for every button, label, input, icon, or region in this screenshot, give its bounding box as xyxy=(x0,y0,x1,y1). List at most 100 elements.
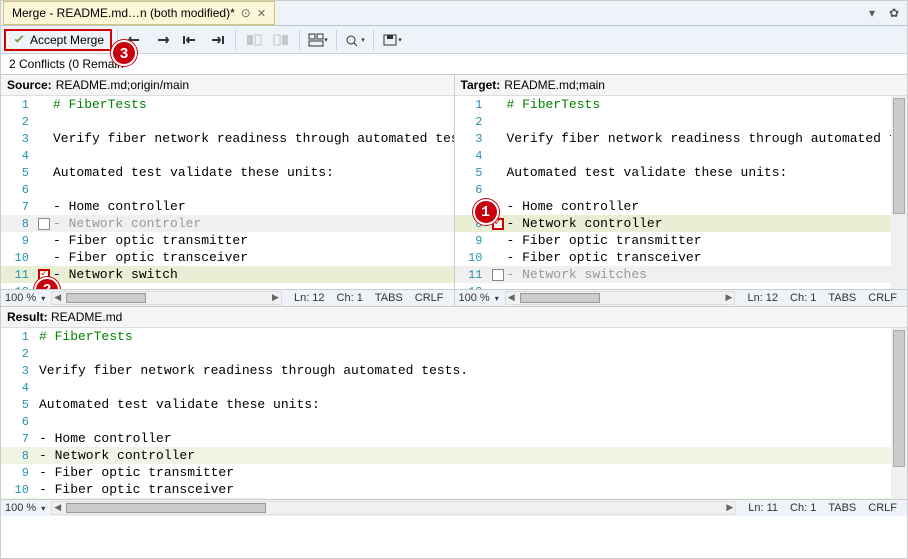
next-conflict-button[interactable] xyxy=(150,29,176,51)
code-line[interactable]: 2 xyxy=(455,113,908,130)
line-number: 5 xyxy=(1,166,37,180)
code-text: - Network controller xyxy=(37,448,195,463)
line-number: 10 xyxy=(455,251,491,265)
code-line[interactable]: 9- Fiber optic transmitter xyxy=(455,232,908,249)
zoom-control[interactable]: 100 %▾ xyxy=(5,292,45,304)
first-conflict-button[interactable] xyxy=(177,29,203,51)
code-line[interactable]: 4 xyxy=(1,379,907,396)
line-indicator: Ln: 12 xyxy=(294,292,325,304)
col-indicator: Ch: 1 xyxy=(790,292,816,304)
code-line[interactable]: 7- Home controller xyxy=(1,198,454,215)
result-pane: Result: README.md 1# FiberTests 23Verify … xyxy=(1,307,907,516)
line-number: 10 xyxy=(1,251,37,265)
dropdown-icon[interactable]: ▾ xyxy=(863,4,881,22)
code-line[interactable]: 10- Fiber optic transceiver xyxy=(455,249,908,266)
code-line[interactable]: 10- Fiber optic transceiver xyxy=(1,481,907,498)
code-line[interactable]: 1# FiberTests xyxy=(1,96,454,113)
result-code[interactable]: 1# FiberTests 23Verify fiber network read… xyxy=(1,328,907,499)
code-text: # FiberTests xyxy=(51,97,147,112)
zoom-control[interactable]: 100 %▾ xyxy=(459,292,499,304)
h-scrollbar[interactable]: ◀▶ xyxy=(51,501,736,515)
code-line[interactable]: 5Automated test validate these units: xyxy=(1,164,454,181)
code-line[interactable]: 9 - Fiber optic transmitter xyxy=(1,232,454,249)
v-scrollbar[interactable] xyxy=(891,328,907,499)
code-line[interactable]: 2 xyxy=(1,113,454,130)
line-number: 8 xyxy=(1,217,37,231)
code-text: - Home controller xyxy=(51,199,186,214)
conflict-checkbox[interactable] xyxy=(492,269,504,281)
source-statusbar: 100 %▾ ◀▶ Ln: 12 Ch: 1 TABS CRLF xyxy=(1,289,454,306)
code-line[interactable]: 11- Network switch xyxy=(1,498,907,499)
compare-options-button[interactable]: ▾ xyxy=(342,29,368,51)
code-text: # FiberTests xyxy=(37,329,133,344)
code-line[interactable]: 3Verify fiber network readiness through … xyxy=(455,130,908,147)
code-line[interactable]: 7- Home controller xyxy=(455,198,908,215)
source-code[interactable]: 2 1# FiberTests23Verify fiber network re… xyxy=(1,96,454,289)
save-button[interactable]: ▾ xyxy=(379,29,405,51)
code-line[interactable]: 11- Network switch xyxy=(1,266,454,283)
line-number: 2 xyxy=(1,347,37,361)
h-scrollbar[interactable]: ◀▶ xyxy=(505,291,736,305)
tabs-indicator: TABS xyxy=(828,292,856,304)
code-line[interactable]: 5Automated test validate these units: xyxy=(1,396,907,413)
col-indicator: Ch: 1 xyxy=(790,502,816,514)
h-scrollbar[interactable]: ◀▶ xyxy=(51,291,282,305)
line-number: 6 xyxy=(1,415,37,429)
line-number: 12 xyxy=(455,285,491,290)
file-tab[interactable]: Merge - README.md…n (both modified)* ⊙ ✕ xyxy=(3,1,275,25)
code-line[interactable]: 6 xyxy=(1,181,454,198)
code-line[interactable]: 11- Network switches xyxy=(455,266,908,283)
code-line[interactable]: 6 xyxy=(1,413,907,430)
zoom-control[interactable]: 100 %▾ xyxy=(5,502,45,514)
code-line[interactable]: 1# FiberTests xyxy=(455,96,908,113)
settings-icon[interactable]: ✿ xyxy=(885,4,903,22)
code-line[interactable]: 3Verify fiber network readiness through … xyxy=(1,362,907,379)
target-label: Target: xyxy=(461,78,501,92)
separator xyxy=(235,30,236,50)
layout-left-button[interactable] xyxy=(241,29,267,51)
line-number: 7 xyxy=(1,432,37,446)
line-number: 1 xyxy=(455,98,491,112)
code-line[interactable]: 12 xyxy=(1,283,454,289)
code-line[interactable]: 2 xyxy=(1,345,907,362)
line-number: 3 xyxy=(1,132,37,146)
line-number: 4 xyxy=(1,149,37,163)
line-number: 5 xyxy=(1,398,37,412)
code-text: Automated test validate these units: xyxy=(37,397,320,412)
conflict-checkbox[interactable] xyxy=(38,218,50,230)
code-line[interactable]: 9- Fiber optic transmitter xyxy=(1,464,907,481)
code-text: - Fiber optic transmitter xyxy=(51,233,248,248)
code-line[interactable]: 8- Network controller xyxy=(1,447,907,464)
layout-grid-button[interactable]: ▾ xyxy=(305,29,331,51)
layout-right-button[interactable] xyxy=(268,29,294,51)
line-indicator: Ln: 12 xyxy=(747,292,778,304)
tabs-indicator: TABS xyxy=(375,292,403,304)
accept-merge-button[interactable]: Accept Merge xyxy=(4,29,112,51)
result-header: Result: README.md xyxy=(1,307,907,328)
code-text: - Fiber optic transceiver xyxy=(37,482,234,497)
close-icon[interactable]: ✕ xyxy=(257,7,266,20)
code-line[interactable]: 4 xyxy=(1,147,454,164)
code-line[interactable]: 1# FiberTests xyxy=(1,328,907,345)
code-line[interactable]: 5Automated test validate these units: xyxy=(455,164,908,181)
last-conflict-button[interactable] xyxy=(204,29,230,51)
code-line[interactable]: 3Verify fiber network readiness through … xyxy=(1,130,454,147)
target-path: README.md;main xyxy=(504,78,605,92)
v-scrollbar[interactable] xyxy=(891,96,907,289)
code-text: - Fiber optic transmitter xyxy=(505,233,702,248)
tab-title: Merge - README.md…n (both modified)* xyxy=(12,6,235,20)
line-number: 3 xyxy=(1,364,37,378)
line-number: 9 xyxy=(1,234,37,248)
code-line[interactable]: 4 xyxy=(455,147,908,164)
code-line[interactable]: 8- Network controller xyxy=(455,215,908,232)
code-line[interactable]: 12 xyxy=(455,283,908,289)
code-line[interactable]: 10- Fiber optic transceiver xyxy=(1,249,454,266)
pin-icon[interactable]: ⊙ xyxy=(241,6,251,20)
target-code[interactable]: 1 1# FiberTests23Verify fiber network re… xyxy=(455,96,908,289)
code-line[interactable]: 7- Home controller xyxy=(1,430,907,447)
code-text: - Network switch xyxy=(51,267,178,282)
code-line[interactable]: 8- Network controler xyxy=(1,215,454,232)
code-line[interactable]: 6 xyxy=(455,181,908,198)
code-text: Verify fiber network readiness through a… xyxy=(505,131,908,146)
callout-3: 3 xyxy=(111,40,137,66)
